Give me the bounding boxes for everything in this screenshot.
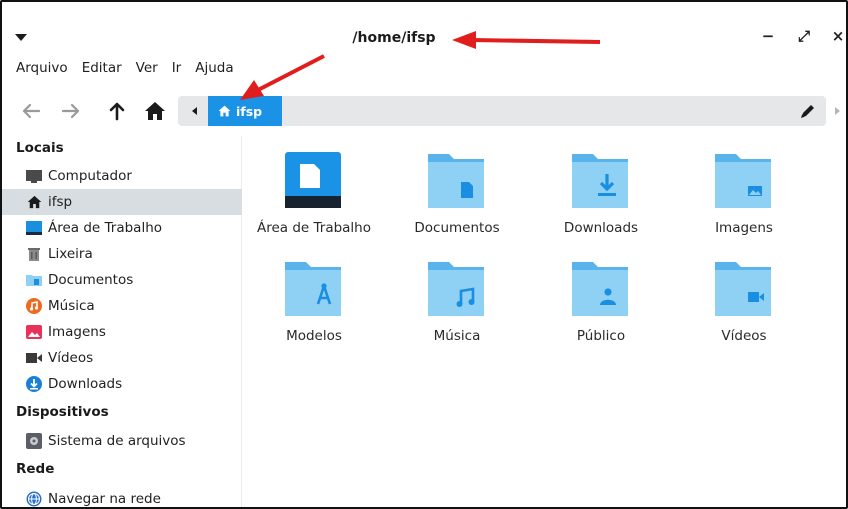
home-button[interactable] — [140, 96, 170, 126]
file-item-label: Público — [576, 328, 626, 344]
sidebar-item-navegar-na-rede[interactable]: Navegar na rede — [2, 486, 242, 507]
menu-editar[interactable]: Editar — [82, 60, 122, 82]
sidebar-item-label: Navegar na rede — [48, 491, 161, 507]
templates-folder-icon — [285, 262, 341, 316]
sidebar-item-area-de-trabalho[interactable]: Área de Trabalho — [2, 215, 242, 241]
videos-folder-icon — [715, 262, 771, 316]
file-item-documentos[interactable]: Documentos — [386, 136, 528, 242]
home-icon — [27, 195, 41, 209]
file-item-label: Vídeos — [721, 328, 767, 344]
file-item-area-de-trabalho[interactable]: Área de Trabalho — [243, 136, 385, 242]
monitor-icon — [26, 170, 42, 183]
sidebar-item-label: Área de Trabalho — [48, 220, 163, 236]
caret-left-icon — [192, 107, 197, 115]
menu-ver[interactable]: Ver — [136, 60, 158, 82]
path-scroll-left-button[interactable] — [184, 96, 206, 126]
file-item-publico[interactable]: Público — [530, 244, 672, 350]
trash-icon — [28, 248, 40, 261]
arrow-up-icon — [109, 102, 125, 121]
file-item-label: Área de Trabalho — [256, 220, 372, 236]
image-icon — [26, 325, 42, 339]
documents-folder-icon — [428, 154, 484, 208]
sidebar-item-ifsp[interactable]: ifsp — [2, 189, 242, 215]
sidebar-item-label: Sistema de arquivos — [48, 433, 186, 449]
sidebar-section-locais: Locais — [16, 140, 64, 156]
sidebar-item-label: Imagens — [48, 324, 106, 340]
home-icon — [218, 105, 231, 117]
folder-documents-icon — [26, 275, 42, 286]
sidebar-item-sistema-de-arquivos[interactable]: Sistema de arquivos — [2, 428, 242, 454]
minimize-button[interactable]: − — [758, 26, 778, 46]
back-button[interactable] — [16, 96, 46, 126]
arrow-right-icon — [61, 103, 80, 119]
file-manager-window: /home/ifsp − ⤢ × Arquivo Editar Ver Ir A… — [0, 0, 848, 509]
up-button[interactable] — [102, 96, 132, 126]
sidebar-item-label: Documentos — [48, 272, 134, 288]
arrow-left-icon — [22, 103, 41, 119]
file-item-imagens[interactable]: Imagens — [673, 136, 815, 242]
file-item-label: Modelos — [286, 328, 342, 344]
pictures-folder-icon — [715, 154, 771, 208]
music-icon — [26, 298, 42, 314]
sidebar-item-computador[interactable]: Computador — [2, 163, 242, 189]
forward-button[interactable] — [56, 96, 86, 126]
breadcrumb-label: ifsp — [236, 103, 263, 119]
window-title: /home/ifsp — [352, 30, 436, 46]
public-folder-icon — [572, 262, 628, 316]
home-icon — [145, 102, 165, 120]
sidebar-item-videos[interactable]: Vídeos — [2, 345, 242, 371]
desktop-icon — [26, 221, 42, 235]
pencil-icon[interactable] — [798, 101, 818, 121]
drive-icon — [26, 433, 42, 449]
path-scroll-right-button[interactable] — [830, 98, 844, 124]
file-item-videos[interactable]: Vídeos — [673, 244, 815, 350]
downloads-folder-icon — [572, 154, 628, 208]
toolbar: ifsp — [2, 92, 846, 130]
file-item-musica[interactable]: Música — [386, 244, 528, 350]
file-item-label: Documentos — [414, 220, 500, 236]
file-item-downloads[interactable]: Downloads — [530, 136, 672, 242]
file-item-label: Música — [433, 328, 481, 344]
download-icon — [26, 376, 42, 392]
sidebar-item-label: Vídeos — [48, 350, 94, 366]
sidebar-item-documentos[interactable]: Documentos — [2, 267, 242, 293]
sidebar-item-label: Downloads — [48, 376, 123, 392]
menu-ajuda[interactable]: Ajuda — [195, 60, 233, 82]
breadcrumb-home[interactable]: ifsp — [208, 96, 282, 126]
network-icon — [26, 491, 42, 507]
music-folder-icon — [428, 262, 484, 316]
title-bar: /home/ifsp − ⤢ × — [2, 2, 846, 56]
menu-ir[interactable]: Ir — [172, 60, 182, 82]
path-bar: ifsp — [178, 96, 826, 126]
sidebar-item-label: Computador — [48, 168, 132, 184]
close-button[interactable]: × — [828, 26, 846, 46]
menu-arquivo[interactable]: Arquivo — [16, 60, 68, 82]
file-view: Área de Trabalho Documentos Downloads Im… — [243, 136, 846, 507]
sidebar-item-label: Música — [48, 298, 95, 314]
sidebar-item-lixeira[interactable]: Lixeira — [2, 241, 242, 267]
sidebar-item-label: ifsp — [48, 194, 73, 210]
menu-bar: Arquivo Editar Ver Ir Ajuda — [2, 60, 248, 82]
sidebar-item-label: Lixeira — [48, 246, 93, 262]
sidebar: Locais Computador ifsp Área de Trabalho … — [2, 136, 242, 507]
video-icon — [26, 353, 42, 363]
caret-right-icon — [835, 107, 840, 115]
file-item-modelos[interactable]: Modelos — [243, 244, 385, 350]
sidebar-item-imagens[interactable]: Imagens — [2, 319, 242, 345]
file-item-label: Downloads — [563, 220, 639, 236]
sidebar-section-rede: Rede — [16, 461, 55, 477]
maximize-button[interactable]: ⤢ — [794, 26, 814, 46]
sidebar-section-dispositivos: Dispositivos — [16, 404, 109, 420]
sidebar-item-musica[interactable]: Música — [2, 293, 242, 319]
desktop-folder-icon — [285, 152, 341, 208]
sidebar-item-downloads[interactable]: Downloads — [2, 371, 242, 397]
file-item-label: Imagens — [715, 220, 773, 236]
